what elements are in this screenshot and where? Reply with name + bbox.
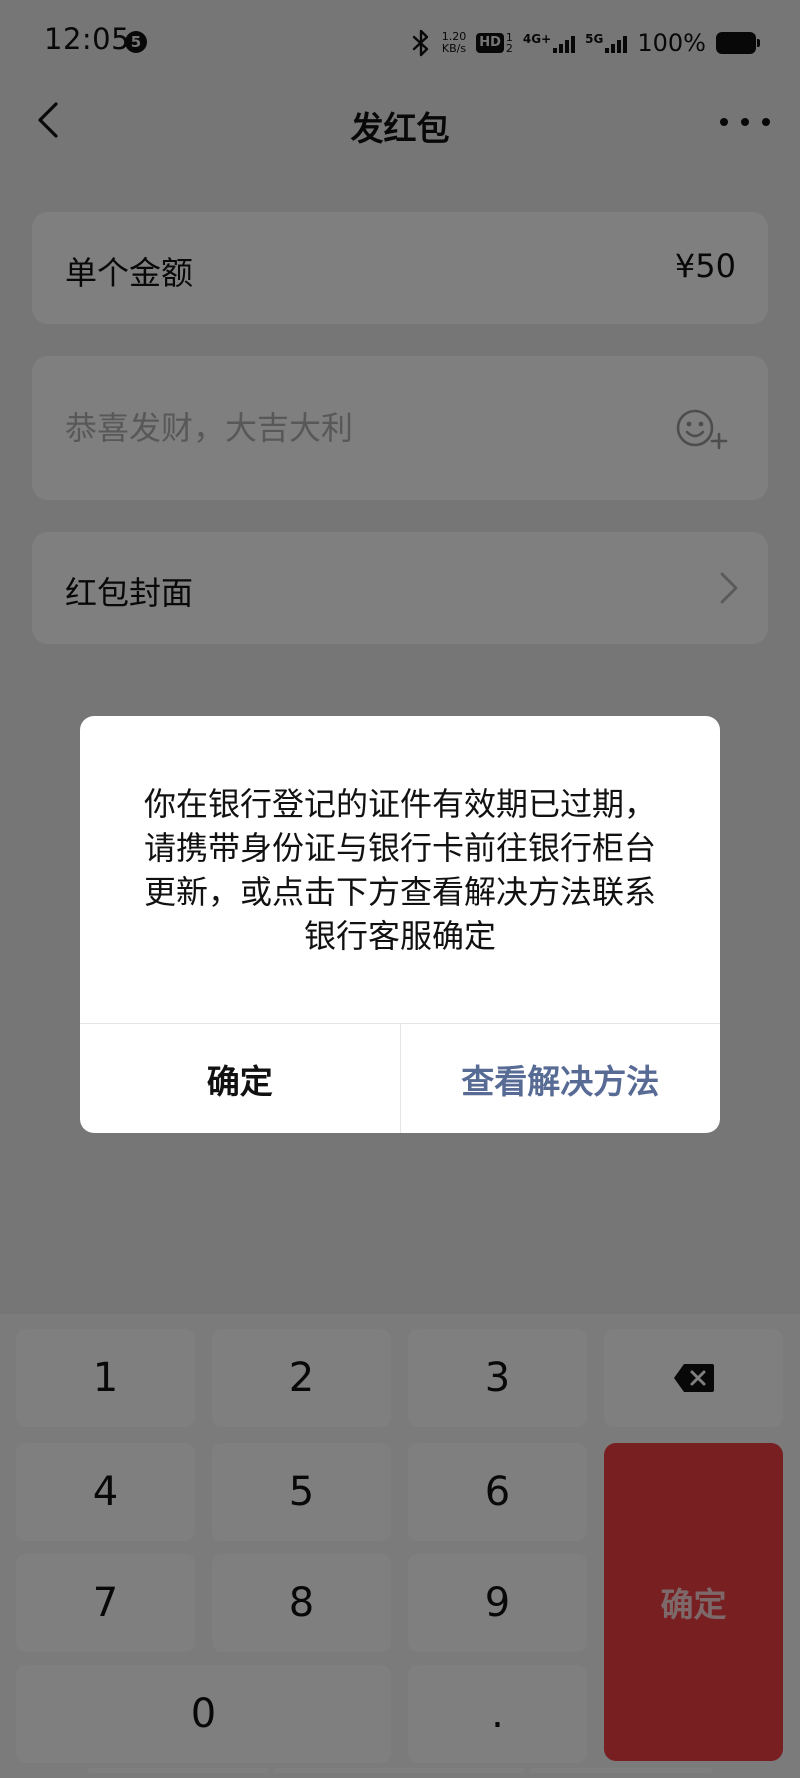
alert-dialog: 你在银行登记的证件有效期已过期，请携带身份证与银行卡前往银行柜台更新，或点击下方… (80, 716, 720, 1133)
view-solution-button[interactable]: 查看解决方法 (401, 1024, 721, 1133)
dialog-message: 你在银行登记的证件有效期已过期，请携带身份证与银行卡前往银行柜台更新，或点击下方… (143, 785, 656, 955)
dialog-confirm-button[interactable]: 确定 (80, 1024, 401, 1133)
dialog-actions: 确定 查看解决方法 (80, 1023, 720, 1133)
